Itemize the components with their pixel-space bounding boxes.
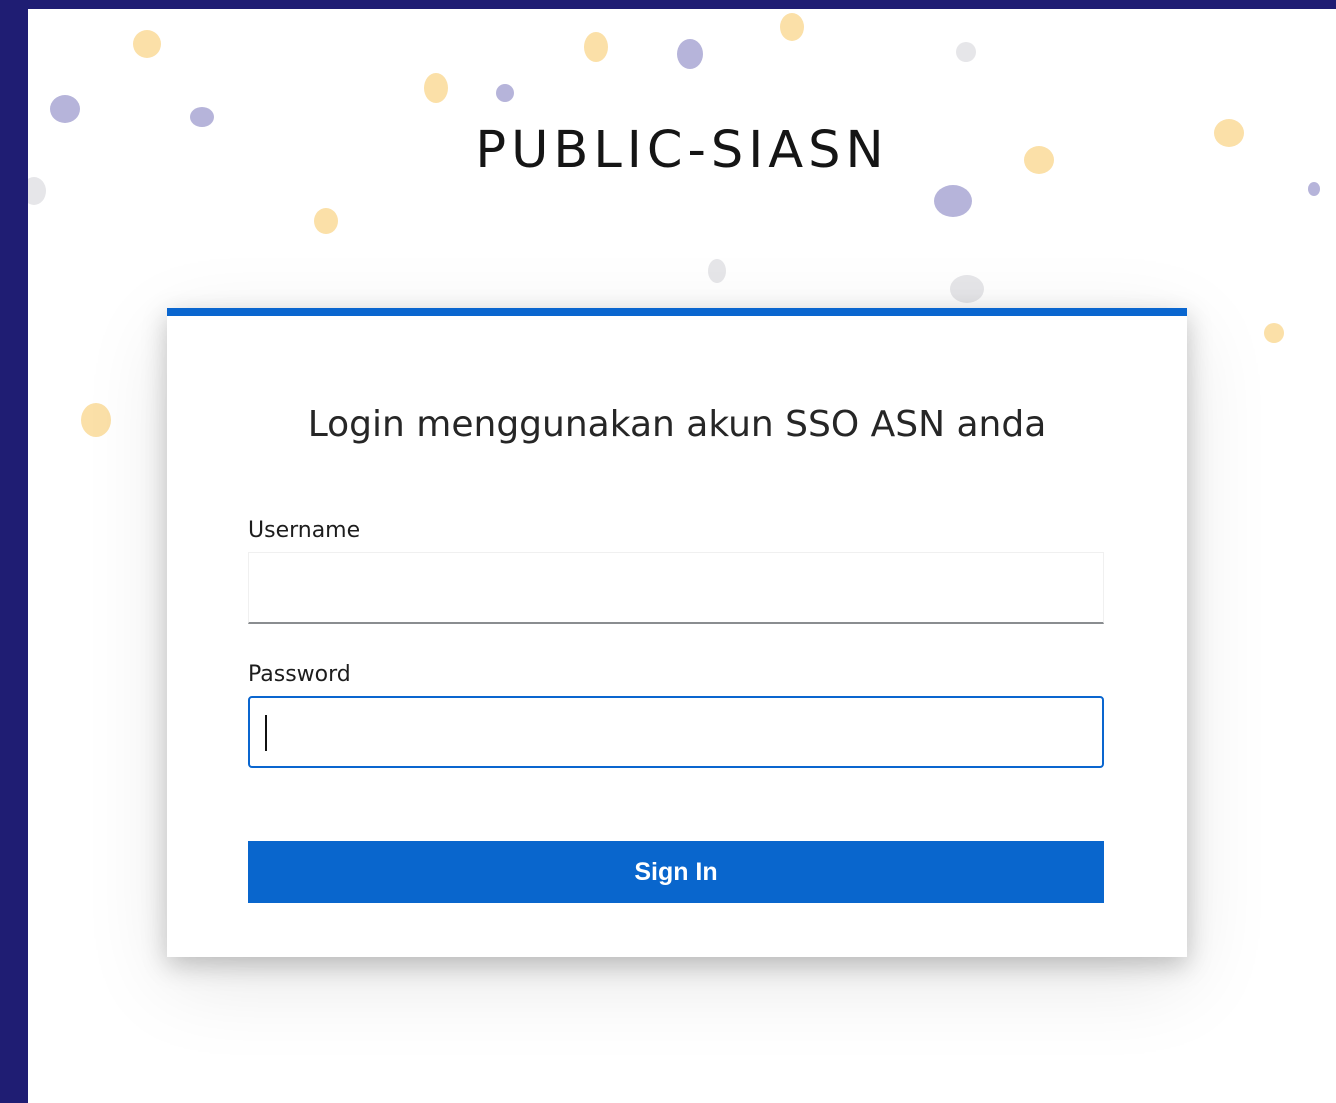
decor-dot [50,95,80,123]
decor-dot [1264,323,1284,343]
decor-dot [424,73,448,103]
decor-dot [584,32,608,62]
decor-dot [956,42,976,62]
sign-in-button[interactable]: Sign In [248,841,1104,903]
decor-dot [780,13,804,41]
login-card: Login menggunakan akun SSO ASN anda User… [167,308,1187,957]
decor-dot [81,403,111,437]
decor-dot [133,30,161,58]
login-heading: Login menggunakan akun SSO ASN anda [307,404,1047,445]
decor-dot [934,185,972,217]
decor-dot [1308,182,1320,196]
username-label: Username [248,518,361,543]
decor-dot [950,275,984,303]
username-input[interactable] [248,552,1104,624]
password-input[interactable] [248,696,1104,768]
text-cursor [265,715,267,751]
decor-dot [314,208,338,234]
decor-dot [708,259,726,283]
password-label: Password [248,662,351,687]
decor-dot [496,84,514,102]
decor-dot [28,177,46,205]
app-title: PUBLIC-SIASN [475,121,889,180]
login-page: PUBLIC-SIASN Login menggunakan akun SSO … [28,9,1336,1103]
decor-dot [677,39,703,69]
